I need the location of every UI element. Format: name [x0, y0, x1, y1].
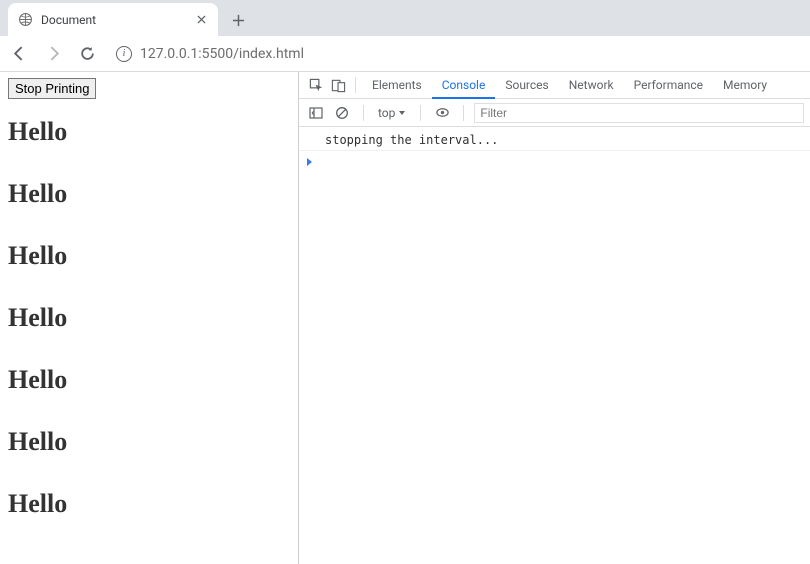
hello-list: Hello Hello Hello Hello Hello Hello Hello — [8, 117, 290, 519]
separator — [363, 105, 364, 121]
separator — [355, 77, 356, 93]
live-expression-icon[interactable] — [431, 102, 453, 124]
tab-strip: Document — [0, 0, 810, 36]
stop-printing-button[interactable]: Stop Printing — [8, 78, 96, 99]
tab-elements[interactable]: Elements — [362, 72, 432, 99]
devtools-panel: Elements Console Sources Network Perform… — [298, 72, 810, 564]
hello-heading: Hello — [8, 303, 290, 333]
content-area: Stop Printing HelloHelloHelloHelloHelloH… — [0, 72, 810, 564]
close-tab-button[interactable] — [194, 13, 208, 27]
inspect-element-icon[interactable] — [305, 74, 327, 96]
hello-heading: Hello — [8, 179, 290, 209]
hello-heading: Hello — [8, 365, 290, 395]
console-toolbar: top — [299, 99, 810, 127]
console-log-line: stopping the interval... — [299, 131, 810, 151]
hello-heading: Hello — [8, 489, 290, 519]
tab-performance[interactable]: Performance — [624, 72, 713, 99]
tab-title: Document — [41, 13, 186, 27]
console-prompt[interactable] — [299, 151, 810, 171]
tab-sources[interactable]: Sources — [495, 72, 558, 99]
console-sidebar-toggle-icon[interactable] — [305, 102, 327, 124]
url-text: 127.0.0.1:5500/index.html — [140, 46, 304, 62]
devtools-tabs: Elements Console Sources Network Perform… — [299, 72, 810, 99]
page-viewport: Stop Printing HelloHelloHelloHelloHelloH… — [0, 72, 298, 564]
hello-heading: Hello — [8, 427, 290, 457]
tab-console[interactable]: Console — [432, 72, 496, 99]
filter-input[interactable] — [474, 103, 804, 123]
back-button[interactable] — [8, 43, 30, 65]
context-label: top — [378, 106, 395, 120]
hello-heading: Hello — [8, 117, 290, 147]
tab-network[interactable]: Network — [559, 72, 624, 99]
console-output: stopping the interval... — [299, 127, 810, 564]
globe-icon — [18, 12, 33, 27]
hello-heading: Hello — [8, 241, 290, 271]
forward-button[interactable] — [42, 43, 64, 65]
context-selector[interactable]: top — [374, 106, 410, 120]
tab-memory[interactable]: Memory — [713, 72, 777, 99]
address-bar[interactable]: i 127.0.0.1:5500/index.html — [116, 46, 304, 62]
browser-tab[interactable]: Document — [8, 3, 218, 36]
separator — [463, 105, 464, 121]
device-toolbar-icon[interactable] — [327, 74, 349, 96]
chevron-down-icon — [398, 109, 406, 117]
new-tab-button[interactable] — [224, 6, 252, 34]
site-info-icon[interactable]: i — [116, 46, 132, 62]
reload-button[interactable] — [76, 43, 98, 65]
clear-console-icon[interactable] — [331, 102, 353, 124]
prompt-caret-icon — [307, 158, 312, 166]
separator — [420, 105, 421, 121]
browser-toolbar: i 127.0.0.1:5500/index.html — [0, 36, 810, 72]
